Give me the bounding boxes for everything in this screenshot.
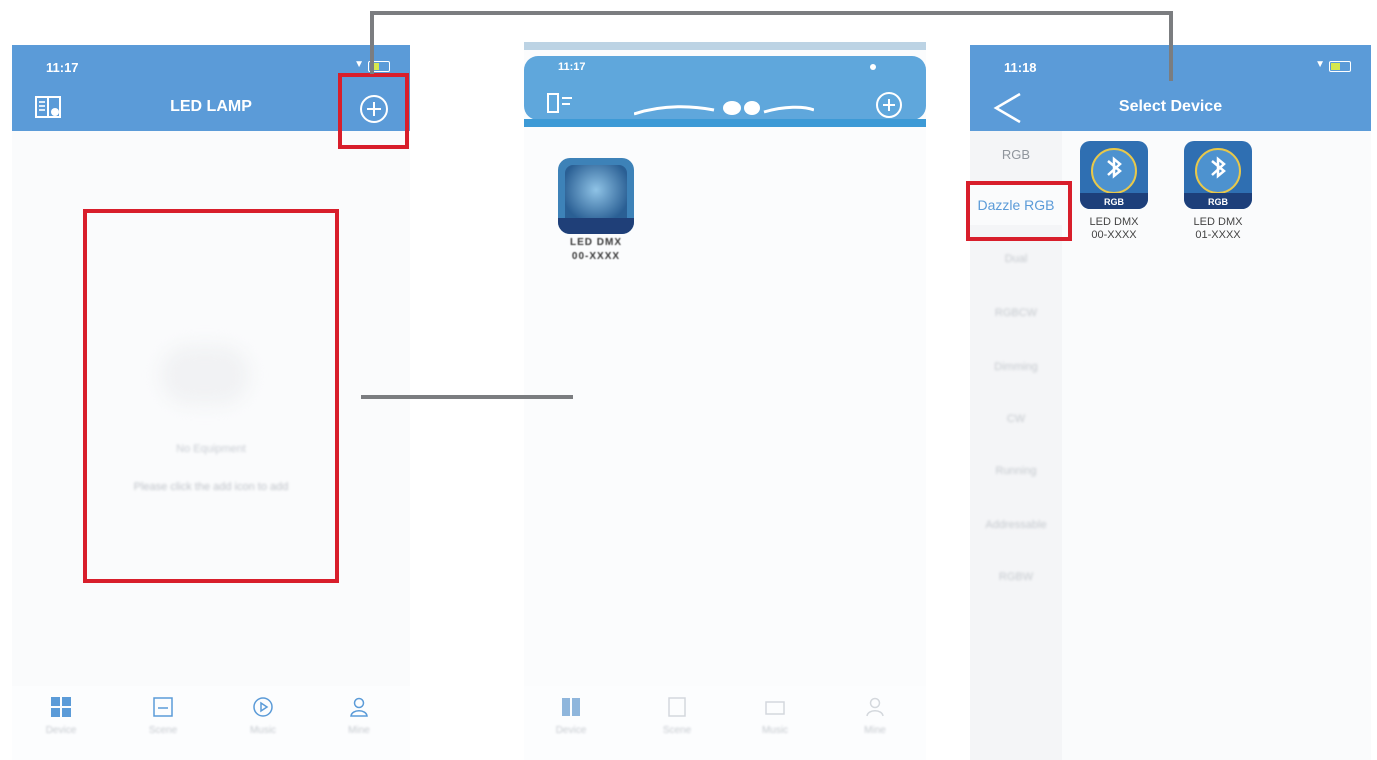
music-play-icon — [765, 701, 785, 715]
tab-music[interactable]: Music — [740, 696, 810, 736]
status-time: 11:17 — [46, 60, 79, 75]
device-list-screen: 11:17 LED DMX 00-XXXX Device Scene Music… — [524, 42, 926, 760]
scene-icon — [153, 697, 173, 717]
add-device-icon[interactable] — [874, 90, 904, 120]
tab-scene[interactable]: Scene — [642, 696, 712, 736]
bottom-tab-bar: Device Scene Music Mine — [524, 686, 926, 760]
category-rgb[interactable]: RGB — [970, 147, 1062, 162]
grid-icon — [51, 697, 71, 717]
highlight-dazzle-rgb — [966, 181, 1072, 241]
category-dual[interactable]: Dual — [970, 253, 1062, 265]
wifi-icon: ▼ — [1315, 59, 1325, 70]
music-play-icon — [253, 697, 273, 717]
device-id: 00-XXXX — [1091, 229, 1137, 241]
tab-label: Mine — [348, 725, 370, 736]
bottom-tab-bar: Device Scene Music Mine — [12, 686, 410, 760]
user-icon — [350, 697, 368, 717]
highlight-empty-area — [83, 209, 339, 583]
device-name: LED DMX — [1089, 216, 1139, 228]
tab-label: Scene — [148, 725, 178, 736]
connector-line — [361, 395, 573, 399]
manual-book-icon[interactable] — [544, 88, 576, 116]
device-id: 00-XXXX — [571, 251, 621, 262]
connector-line — [370, 11, 1173, 15]
wifi-icon — [870, 64, 876, 70]
category-dimming[interactable]: Dimming — [970, 361, 1062, 373]
device-card-icon[interactable] — [558, 158, 634, 234]
tab-device[interactable]: Device — [536, 696, 606, 736]
connector-line — [1169, 11, 1173, 81]
device-name: LED DMX — [570, 237, 622, 248]
device-list-header: 11:17 — [524, 56, 926, 120]
grid-icon — [562, 698, 580, 716]
device-option[interactable]: RGB LED DMX 00-XXXX — [1074, 141, 1154, 242]
device-name: LED DMX — [1193, 216, 1243, 228]
status-strip — [524, 42, 926, 50]
category-rgbw[interactable]: RGBW — [970, 571, 1062, 583]
tab-mine[interactable]: Mine — [324, 696, 394, 736]
device-option-label: LED DMX 00-XXXX — [1074, 216, 1154, 242]
category-addressable[interactable]: Addressable — [970, 519, 1062, 531]
page-title: Select Device — [1118, 98, 1223, 115]
badge-text: RGB — [1208, 197, 1229, 207]
tab-music[interactable]: Music — [228, 696, 298, 736]
bluetooth-rgb-icon: RGB — [1184, 141, 1252, 209]
wifi-icon: ▼ — [354, 59, 364, 70]
status-icons: ▼ — [1307, 59, 1351, 72]
user-icon — [866, 697, 884, 717]
scene-icon — [668, 697, 686, 717]
category-cw[interactable]: CW — [970, 413, 1062, 425]
device-option-label: LED DMX 01-XXXX — [1178, 216, 1258, 242]
tab-label: Mine — [864, 725, 886, 736]
tab-scene[interactable]: Scene — [128, 696, 198, 736]
highlight-add-button — [338, 73, 409, 149]
bluetooth-rgb-icon: RGB — [1080, 141, 1148, 209]
header-title-graphic — [634, 101, 814, 116]
status-icons: ▼ — [346, 59, 390, 72]
tab-label: Scene — [662, 725, 692, 736]
tab-label: Music — [761, 725, 789, 736]
header-underline — [524, 119, 926, 127]
battery-icon — [1329, 61, 1351, 72]
badge-text: RGB — [1104, 197, 1125, 207]
status-time: 11:18 — [1004, 60, 1037, 75]
device-badge — [558, 218, 634, 234]
category-rgbcw[interactable]: RGBCW — [970, 307, 1062, 319]
tab-mine[interactable]: Mine — [840, 696, 910, 736]
device-option[interactable]: RGB LED DMX 01-XXXX — [1178, 141, 1258, 242]
device-id: 01-XXXX — [1195, 229, 1241, 241]
tab-label: Music — [249, 725, 277, 736]
device-card-label: LED DMX 00-XXXX — [554, 236, 638, 264]
tab-label: Device — [45, 725, 77, 736]
tab-device[interactable]: Device — [26, 696, 96, 736]
category-running[interactable]: Running — [970, 465, 1062, 477]
connector-line — [370, 11, 374, 74]
status-time: 11:17 — [558, 61, 586, 73]
tab-label: Device — [555, 725, 587, 736]
select-device-screen: 11:18 ▼ Select Device RGB Dazzle RGB Dua… — [970, 45, 1371, 760]
